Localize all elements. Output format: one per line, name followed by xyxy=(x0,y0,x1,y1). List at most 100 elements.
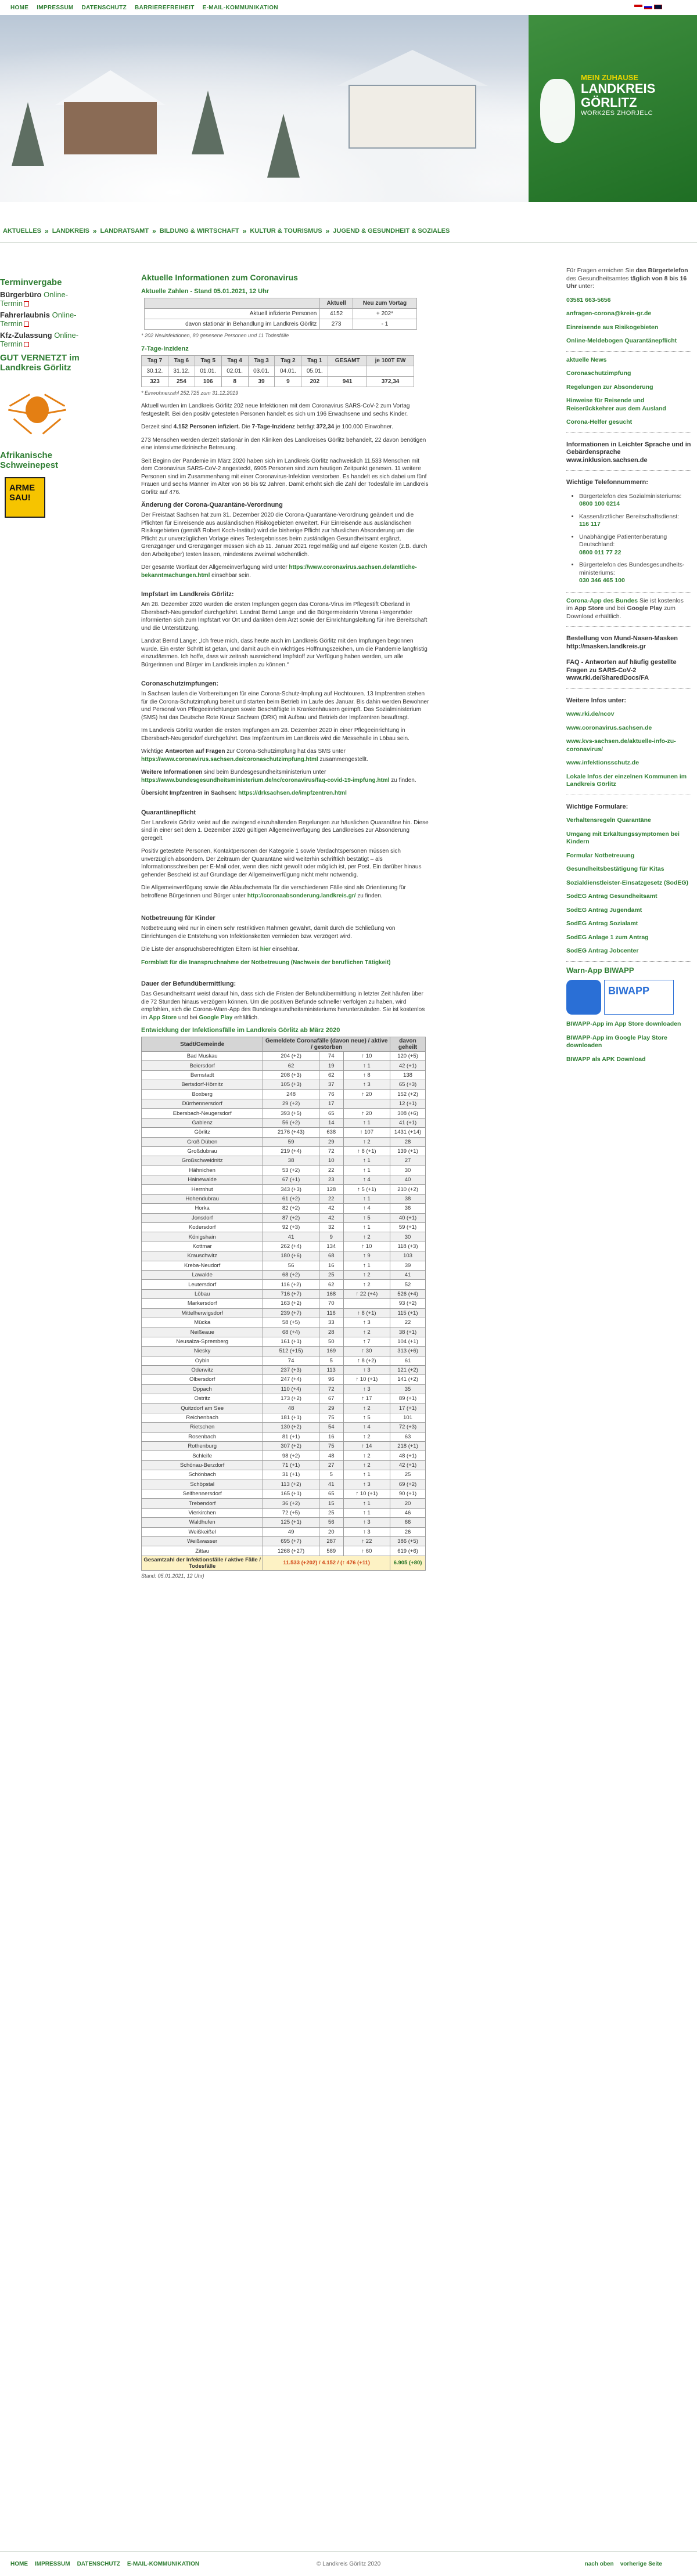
rki-faq-link[interactable]: FAQ - Antworten auf häufig gestellte Fra… xyxy=(566,659,691,683)
table-row: Schöpstal 113 (+2) 41 ↑ 3 69 (+2) xyxy=(141,1479,426,1489)
inzidenz-cell: 941 xyxy=(328,376,368,387)
landkreis-logo[interactable]: MEIN ZUHAUSE LANDKREIS GÖRLITZ WORK2ES Z… xyxy=(529,15,697,202)
form-link[interactable]: Umgang mit Erkältungssymptomen bei Kinde… xyxy=(566,831,691,846)
masken-link[interactable]: Bestellung von Mund-Nasen-Masken http://… xyxy=(566,635,691,651)
kommunen-link[interactable]: Lokale Infos der einzelnen Kommunen im L… xyxy=(566,773,691,789)
flag-icon-cz[interactable] xyxy=(644,5,652,9)
topnav-email[interactable]: E-MAIL-KOMMUNIKATION xyxy=(203,5,278,11)
infektionsschutz-link[interactable]: www.infektionsschutz.de xyxy=(566,759,691,767)
impfzentren-link[interactable]: https://drksachsen.de/impfzentren.html xyxy=(238,790,347,796)
meldebogen-link[interactable]: Online-Meldebogen Quarantänepflicht xyxy=(566,337,691,345)
flag-icon-en[interactable] xyxy=(654,5,662,9)
table-row: Oppach 110 (+4) 72 ↑ 3 35 xyxy=(141,1384,426,1395)
form-link[interactable]: SodEG Antrag Sozialamt xyxy=(566,920,691,928)
nav-landratsamt[interactable]: LANDRATSAMT xyxy=(100,228,149,234)
appstore-link[interactable]: App Store xyxy=(149,1015,177,1021)
form-link[interactable]: Sozialdienstleister-Einsatzgesetz (SodEG… xyxy=(566,879,691,887)
form-link[interactable]: SodEG Antrag Jobcenter xyxy=(566,947,691,955)
table-row: Kodersdorf 92 (+3) 32 ↑ 1 59 (+1) xyxy=(141,1222,426,1233)
termin-buergerbuero[interactable]: Bürgerbüro Online-Termin xyxy=(0,290,84,308)
bmg-faq-link[interactable]: https://www.bundesgesundheitsministerium… xyxy=(141,777,389,784)
external-link-icon xyxy=(24,301,30,307)
table-row: Neißeaue 68 (+4) 28 ↑ 2 38 (+1) xyxy=(141,1327,426,1337)
sachsen-link[interactable]: www.coronavirus.sachsen.de xyxy=(566,724,691,733)
inzidenz-cell xyxy=(328,365,368,377)
phone-list: Bürgertelefon des Sozialministeriums:080… xyxy=(566,493,691,585)
biwapp-play-link[interactable]: BIWAPP-App im Google Play Store download… xyxy=(566,1034,691,1050)
footer-email[interactable]: E-MAIL-KOMMUNIKATION xyxy=(127,2561,199,2567)
table-row: Görlitz 2176 (+43) 638 ↑ 107 1431 (+14) xyxy=(141,1127,426,1138)
helfer-link[interactable]: Corona-Helfer gesucht xyxy=(566,418,691,427)
form-link[interactable]: SodEG Anlage 1 zum Antrag xyxy=(566,934,691,942)
topnav-impressum[interactable]: IMPRESSUM xyxy=(37,5,73,11)
inzidenz-cell: 8 xyxy=(221,376,249,387)
inzidenz-cell: 106 xyxy=(194,376,222,387)
biwapp-appstore-link[interactable]: BIWAPP-App im App Store downloaden xyxy=(566,1020,691,1029)
footer-home[interactable]: HOME xyxy=(10,2561,28,2567)
nav-bildung[interactable]: BILDUNG & WIRTSCHAFT xyxy=(160,228,239,234)
biwapp-apk-link[interactable]: BIWAPP als APK Download xyxy=(566,1056,691,1064)
aktuelle-news-link[interactable]: aktuelle News xyxy=(566,356,691,365)
table-row: Gablenz 56 (+2) 14 ↑ 1 41 (+1) xyxy=(141,1117,426,1128)
flag-icon-pl[interactable] xyxy=(634,5,642,9)
topnav-datenschutz[interactable]: DATENSCHUTZ xyxy=(81,5,127,11)
topnav-barrierefreiheit[interactable]: BARRIEREFREIHEIT xyxy=(135,5,195,11)
risikogebiete-link[interactable]: Einreisende aus Risikogebieten xyxy=(566,324,691,332)
termin-kfz[interactable]: Kfz-Zulassung Online-Termin xyxy=(0,331,84,348)
snowy-roof xyxy=(337,50,488,86)
table-row: Jonsdorf 87 (+2) 42 ↑ 5 40 (+1) xyxy=(141,1213,426,1224)
coronaschutzimpfung-link[interactable]: Coronaschutzimpfung xyxy=(566,370,691,378)
nav-kultur[interactable]: KULTUR & TOURISMUS xyxy=(250,228,322,234)
leichte-sprache-link[interactable]: Informationen in Leichter Sprache und in… xyxy=(566,441,691,465)
googleplay-link[interactable]: Google Play xyxy=(199,1015,233,1021)
inzidenz-cell: Tag 4 xyxy=(221,355,249,366)
nav-jugend[interactable]: JUGEND & GESUNDHEIT & SOZIALES xyxy=(333,228,450,234)
gut-vernetzt-heading[interactable]: GUT VERNETZT im Landkreis Görlitz xyxy=(0,353,84,373)
form-link[interactable]: Gesundheitsbestätigung für Kitas xyxy=(566,865,691,874)
spider-mascot-icon[interactable] xyxy=(8,376,66,446)
reisende-link[interactable]: Hinweise für Reisende und Reiserückkehre… xyxy=(566,397,691,413)
form-link[interactable]: SodEG Antrag Jugendamt xyxy=(566,907,691,915)
corona-app-link[interactable]: Corona-App des Bundes xyxy=(566,597,638,604)
absonderung-regeln-link[interactable]: Regelungen zur Absonderung xyxy=(566,384,691,392)
table-row: Schönbach 31 (+1) 5 ↑ 1 25 xyxy=(141,1470,426,1480)
current-figures-table: Aktuell Neu zum Vortag Aktuell infizierte… xyxy=(143,298,418,330)
inzidenz-cell: 202 xyxy=(301,376,329,387)
previous-page-link[interactable]: vorherige Seite xyxy=(620,2561,662,2567)
biwapp-icon[interactable] xyxy=(566,980,601,1015)
formblatt-notbetreuung-link[interactable]: Formblatt für die Inanspruchnahme der No… xyxy=(141,959,391,966)
header-banner: MEIN ZUHAUSE LANDKREIS GÖRLITZ WORK2ES Z… xyxy=(0,15,697,202)
impfung-sachsen-link[interactable]: https://www.coronavirus.sachsen.de/coron… xyxy=(141,756,318,763)
hotline-number[interactable]: 03581 663-5656 xyxy=(566,297,691,305)
table-row: Schleife 98 (+2) 48 ↑ 2 48 (+1) xyxy=(141,1451,426,1461)
form-link[interactable]: Formular Notbetreuung xyxy=(566,852,691,860)
form-link[interactable]: Verhaltensregeln Quarantäne xyxy=(566,817,691,825)
corona-email-link[interactable]: anfragen-corona@kreis-gr.de xyxy=(566,310,691,318)
arme-sau-banner[interactable]: ARME SAU! xyxy=(5,477,45,518)
liste-hier-link[interactable]: hier xyxy=(260,946,271,953)
termin-fahrerlaubnis[interactable]: Fahrerlaubnis Online-Termin xyxy=(0,311,84,328)
absonderung-link[interactable]: http://coronaabsonderung.landkreis.gr/ xyxy=(247,893,356,899)
table-row: Mücka 58 (+5) 33 ↑ 3 22 xyxy=(141,1317,426,1328)
biwapp-banner[interactable]: BIWAPP xyxy=(604,980,674,1015)
entwicklung-heading: Entwicklung der Infektionsfälle im Landk… xyxy=(141,1027,340,1034)
church-image xyxy=(348,85,476,149)
back-to-top-link[interactable]: nach oben xyxy=(585,2561,614,2567)
schweinepest-heading[interactable]: Afrikanische Schweinepest xyxy=(0,450,84,470)
table-row: Trebendorf 36 (+2) 15 ↑ 1 20 xyxy=(141,1498,426,1509)
form-link[interactable]: SodEG Antrag Gesundheitsamt xyxy=(566,893,691,901)
kvs-link[interactable]: www.kvs-sachsen.de/aktuelle-info-zu-coro… xyxy=(566,738,691,753)
footer-impressum[interactable]: IMPRESSUM xyxy=(35,2561,70,2567)
nav-landkreis[interactable]: LANDKREIS xyxy=(52,228,89,234)
nav-aktuelles[interactable]: AKTUELLES xyxy=(3,228,41,234)
table-row: Dürrhennersdorf 29 (+2) 17 12 (+1) xyxy=(141,1098,426,1109)
table-row: Hohendubrau 61 (+2) 22 ↑ 1 38 xyxy=(141,1193,426,1204)
table-row: Olbersdorf 247 (+4) 96 ↑ 10 (+1) 141 (+2) xyxy=(141,1374,426,1385)
rki-link[interactable]: www.rki.de/ncov xyxy=(566,710,691,719)
topnav-home[interactable]: HOME xyxy=(10,5,28,11)
inzidenz-heading: 7-Tage-Inzidenz xyxy=(141,345,189,352)
footer-datenschutz[interactable]: DATENSCHUTZ xyxy=(77,2561,120,2567)
table-row: Ostritz 173 (+2) 67 ↑ 17 89 (+1) xyxy=(141,1394,426,1404)
inzidenz-cell: 254 xyxy=(167,376,195,387)
table-row: Weißwasser 695 (+7) 287 ↑ 22 386 (+5) xyxy=(141,1536,426,1547)
